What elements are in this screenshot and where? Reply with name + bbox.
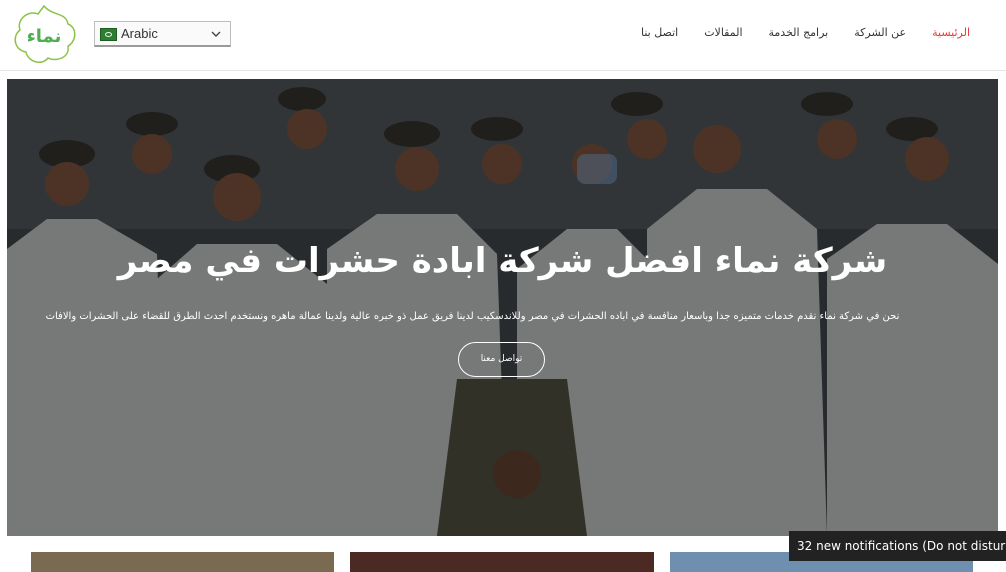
hero-banner: شركة نماء افضل شركة ابادة حشرات في مصر ن… [7,79,998,536]
site-logo[interactable]: نماء [8,2,80,68]
article-card-image[interactable] [31,552,334,572]
main-nav: الرئيسية عن الشركة برامج الخدمة المقالات… [641,26,970,39]
article-card-image[interactable] [350,552,654,572]
hero-overlay [7,79,998,536]
site-header: نماء Arabic الرئيسية عن الشركة برامج الخ… [0,0,1006,71]
nav-item-home[interactable]: الرئيسية [932,26,970,39]
nav-item-articles[interactable]: المقالات [704,26,742,39]
flag-icon [100,28,117,41]
hero-title: شركة نماء افضل شركة ابادة حشرات في مصر [117,241,888,281]
nav-item-services[interactable]: برامج الخدمة [769,26,829,39]
chevron-down-icon [211,31,221,37]
notification-toast[interactable]: 32 new notifications (Do not disturb on) [789,531,1006,561]
logo-text: نماء [27,26,62,47]
language-label: Arabic [121,26,158,41]
contact-us-button[interactable]: تواصل معنا [458,342,545,377]
hero-subtitle: نحن في شركة نماء نقدم خدمات متميزه جدا و… [45,311,900,322]
nav-item-about[interactable]: عن الشركة [854,26,906,39]
language-select[interactable]: Arabic [94,21,231,47]
nav-item-contact[interactable]: اتصل بنا [641,26,678,39]
